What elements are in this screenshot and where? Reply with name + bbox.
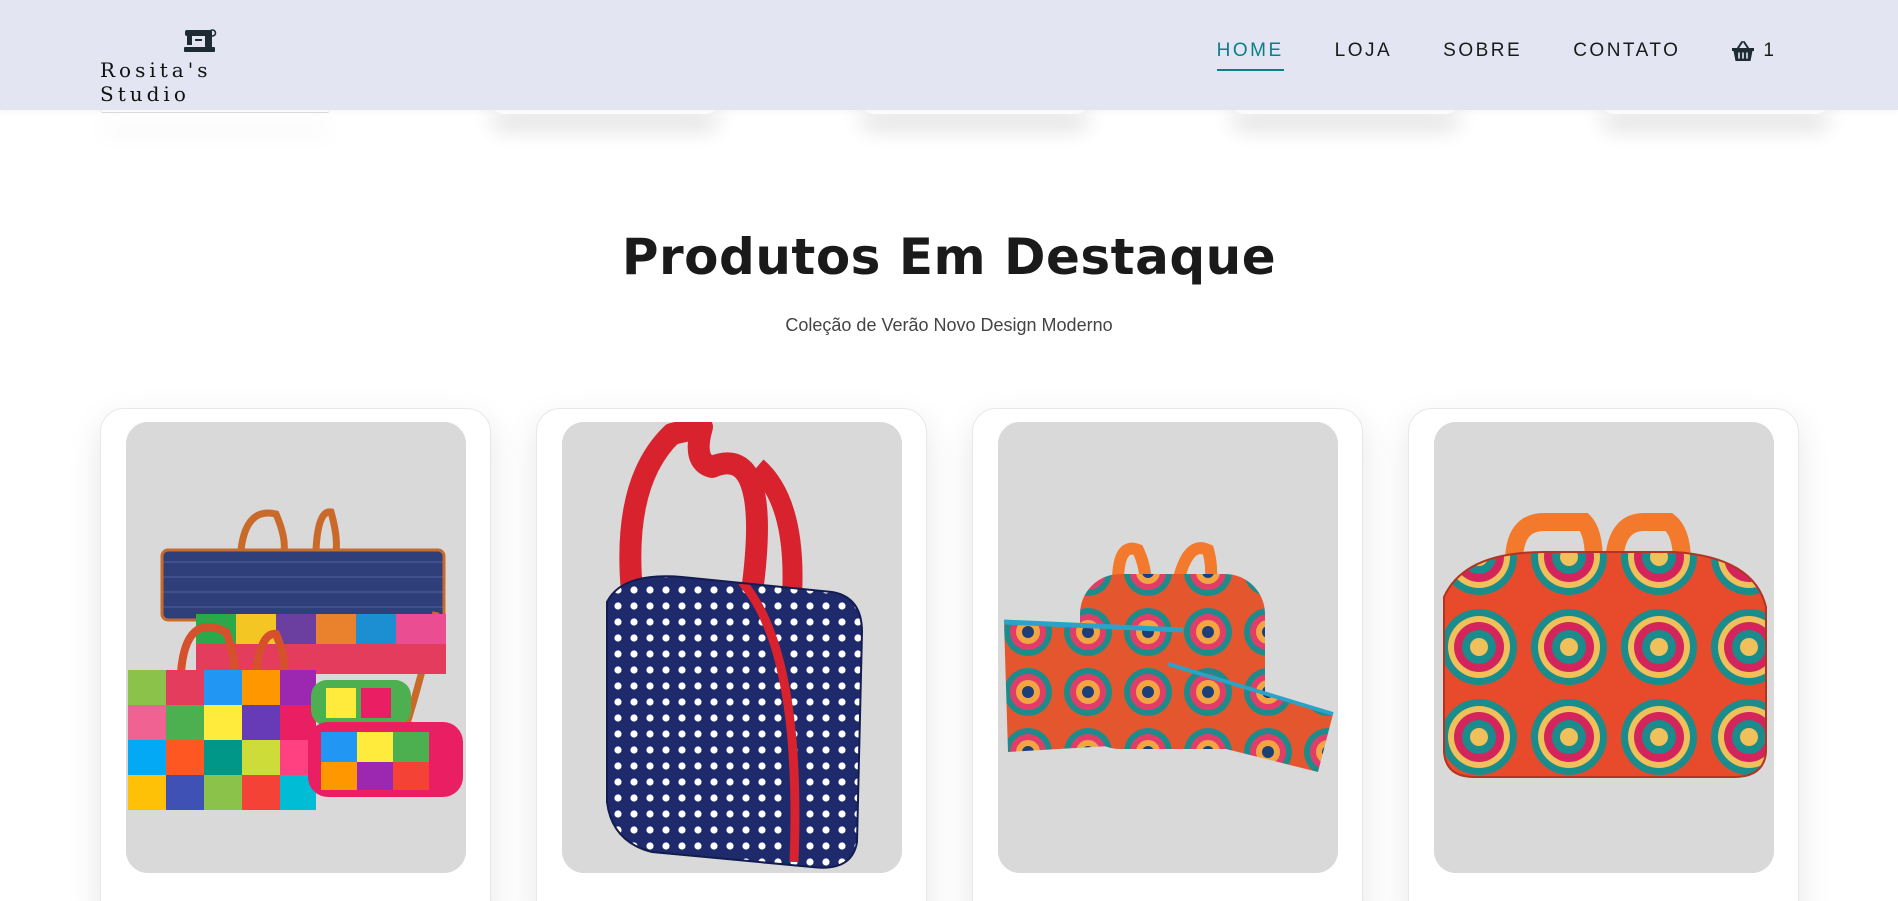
brand-logo[interactable]: Rosita's Studio xyxy=(100,26,300,106)
category-card-edge xyxy=(100,110,330,113)
nav-contato[interactable]: CONTATO xyxy=(1573,40,1680,68)
product-card[interactable] xyxy=(100,408,491,901)
mandala-travel-bag-image xyxy=(1434,422,1774,873)
nav-home[interactable]: HOME xyxy=(1216,40,1284,71)
sewing-machine-icon xyxy=(184,29,217,52)
product-grid xyxy=(100,408,1799,901)
product-card[interactable] xyxy=(536,408,927,901)
cart-count: 1 xyxy=(1763,40,1774,61)
category-strip-shadow xyxy=(0,100,1898,160)
section-subtitle: Coleção de Verão Novo Design Moderno xyxy=(785,315,1113,335)
mandala-pouch-set-image xyxy=(998,422,1338,873)
basket-icon xyxy=(1732,41,1755,61)
polka-dot-travel-bag-image xyxy=(562,422,902,873)
patchwork-bag-set-image xyxy=(126,422,466,873)
product-card[interactable] xyxy=(1408,408,1799,901)
cart-button[interactable]: 1 xyxy=(1731,40,1774,68)
main-nav: HOME LOJA SOBRE CONTATO 1 xyxy=(1166,40,1774,71)
nav-sobre[interactable]: SOBRE xyxy=(1443,40,1522,68)
site-header: Rosita's Studio HOME LOJA SOBRE CONTATO … xyxy=(0,0,1898,110)
product-image[interactable] xyxy=(1434,422,1774,873)
product-image[interactable] xyxy=(998,422,1338,873)
nav-loja[interactable]: LOJA xyxy=(1335,40,1393,68)
brand-name: Rosita's Studio xyxy=(100,58,212,106)
product-image[interactable] xyxy=(126,422,466,873)
product-image[interactable] xyxy=(562,422,902,873)
section-title: Produtos Em Destaque xyxy=(621,228,1277,286)
product-card[interactable] xyxy=(972,408,1363,901)
